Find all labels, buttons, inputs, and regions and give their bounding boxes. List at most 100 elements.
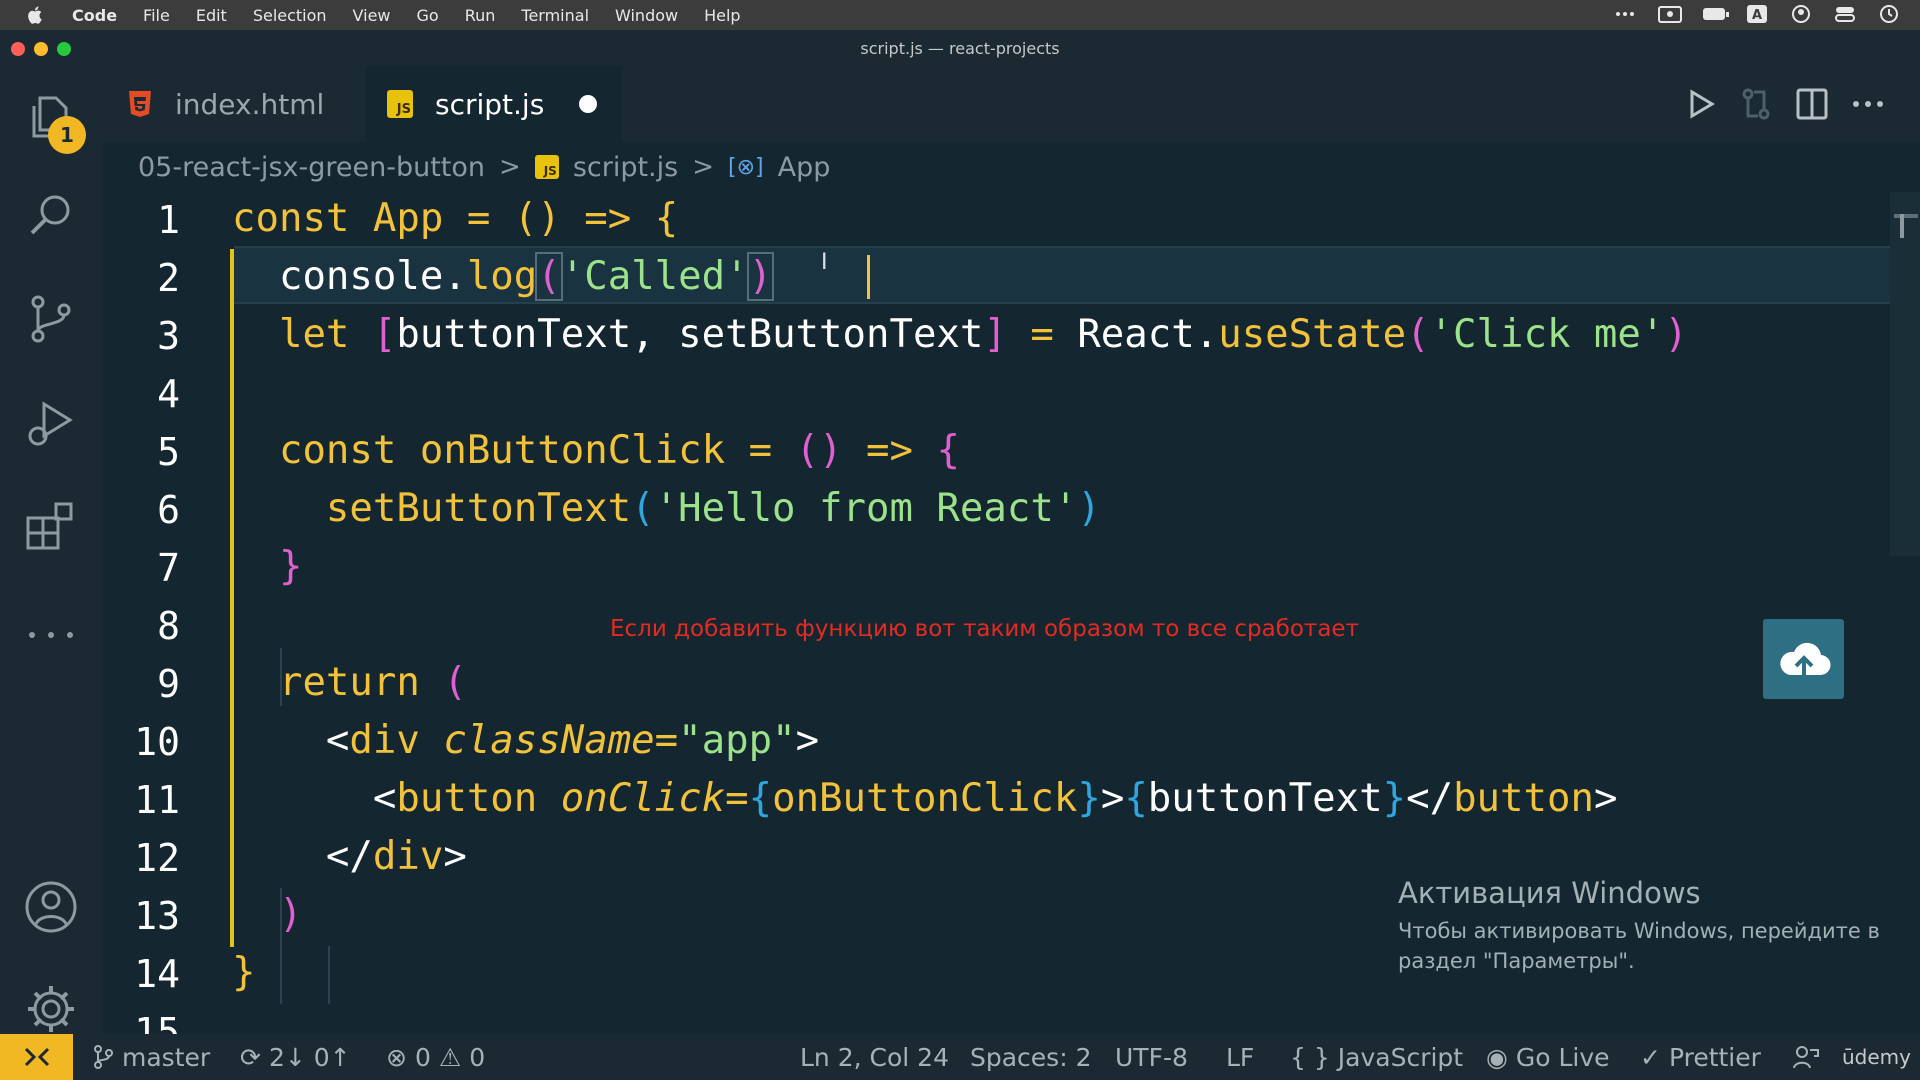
minimize-window-button[interactable] [34, 42, 48, 56]
line-number: 3 [157, 314, 180, 358]
end-of-line[interactable]: LF [1226, 1034, 1254, 1080]
token: ( [631, 486, 655, 531]
token: ) [1664, 312, 1688, 357]
token: 'Hello from React' [654, 486, 1078, 531]
breadcrumb-symbol[interactable]: App [778, 152, 831, 183]
javascript-icon: JS [387, 90, 413, 118]
token: => [866, 428, 913, 473]
token: > [795, 718, 820, 763]
tab-script-js[interactable]: JS script.js [365, 66, 621, 142]
input-source-icon[interactable]: A [1746, 4, 1768, 24]
token: ] [983, 312, 1007, 357]
search-icon[interactable] [22, 186, 80, 244]
close-window-button[interactable] [11, 42, 25, 56]
breadcrumb-folder[interactable]: 05-react-jsx-green-button [138, 152, 485, 183]
token: className [443, 718, 655, 763]
code-line-4: 4 [102, 366, 1892, 424]
git-branch[interactable]: master [92, 1034, 210, 1080]
more-views-icon[interactable] [22, 606, 80, 664]
text-cursor [867, 255, 870, 299]
menu-selection[interactable]: Selection [253, 6, 327, 25]
line-number: 1 [157, 198, 180, 242]
apple-icon[interactable] [26, 6, 44, 24]
indentation[interactable]: Spaces: 2 [970, 1034, 1091, 1080]
menu-view[interactable]: View [353, 6, 391, 25]
feedback-icon[interactable] [1792, 1034, 1820, 1080]
token: ( [513, 196, 538, 241]
code-line-1: 1 const App = () => { [102, 192, 1892, 250]
token: > [1593, 776, 1618, 821]
svg-text:A: A [1752, 8, 1762, 23]
sync-counts: 2↓ 0↑ [268, 1042, 351, 1072]
token: } [1382, 776, 1407, 821]
extensions-icon[interactable] [22, 496, 80, 554]
line-number: 6 [157, 488, 180, 532]
cursor-position[interactable]: Ln 2, Col 24 [800, 1034, 949, 1080]
cloud-upload-button[interactable] [1763, 619, 1844, 699]
windows-activation-watermark: Активация Windows Чтобы активировать Win… [1398, 876, 1880, 976]
token: "app" [678, 718, 796, 763]
menu-run[interactable]: Run [465, 6, 496, 25]
token: = [1030, 312, 1054, 357]
menu-window[interactable]: Window [615, 6, 678, 25]
token: = [748, 428, 773, 473]
breadcrumb-file[interactable]: script.js [573, 152, 678, 183]
menu-file[interactable]: File [143, 6, 170, 25]
tab-index-html[interactable]: index.html [127, 66, 385, 142]
user-account-icon[interactable] [1790, 4, 1812, 24]
overview-ruler[interactable] [1890, 192, 1920, 1034]
error-count: 0 [414, 1042, 431, 1072]
problems-status[interactable]: ⊗ 0 ⚠ 0 [386, 1034, 485, 1080]
language-mode[interactable]: { } JavaScript [1290, 1034, 1463, 1080]
battery-icon[interactable] [1702, 4, 1729, 24]
activity-bar [0, 66, 102, 1034]
menu-bar-tray: A [1614, 4, 1900, 24]
remote-indicator-icon[interactable] [0, 1034, 73, 1080]
token: </ [325, 834, 373, 879]
token: . [1194, 312, 1219, 357]
menu-edit[interactable]: Edit [196, 6, 227, 25]
code-line-3: 3 let [buttonText, setButtonText] = Reac… [102, 308, 1892, 366]
prettier-label: Prettier [1668, 1042, 1761, 1072]
control-center-icon[interactable] [1834, 4, 1856, 24]
run-code-icon[interactable] [1680, 84, 1720, 124]
token: button [396, 776, 538, 821]
menu-terminal[interactable]: Terminal [521, 6, 589, 25]
encoding[interactable]: UTF-8 [1115, 1034, 1188, 1080]
unsaved-dot-icon[interactable] [579, 95, 597, 113]
screen-record-icon[interactable] [1658, 4, 1682, 24]
token: ( [443, 660, 467, 705]
prettier-status[interactable]: ✓ Prettier [1640, 1034, 1761, 1080]
token: log [466, 254, 538, 299]
token: . [443, 254, 467, 299]
line-number: 11 [134, 778, 180, 822]
chevron-right-icon: > [692, 152, 714, 182]
more-actions-icon[interactable] [1848, 84, 1888, 124]
token: div [372, 834, 444, 879]
menu-app-code[interactable]: Code [72, 6, 117, 25]
source-control-icon[interactable] [22, 290, 80, 348]
menu-help[interactable]: Help [704, 6, 740, 25]
token: } [278, 544, 303, 589]
go-live-button[interactable]: ◉ Go Live [1486, 1034, 1610, 1080]
token: { [748, 776, 773, 821]
split-editor-icon[interactable] [1792, 84, 1832, 124]
warning-icon: ⚠ [438, 1042, 462, 1072]
open-changes-icon[interactable] [1736, 84, 1776, 124]
scrollbar-thumb[interactable] [1890, 192, 1920, 556]
settings-gear-icon[interactable] [22, 980, 80, 1038]
code-line-7: 7 } [102, 540, 1892, 598]
zoom-window-button[interactable] [57, 42, 71, 56]
clock-icon[interactable] [1878, 4, 1900, 24]
sync-status[interactable]: ⟳ 2↓ 0↑ [240, 1034, 351, 1080]
menu-go[interactable]: Go [417, 6, 439, 25]
token: ) [1077, 486, 1101, 531]
run-and-debug-icon[interactable] [22, 394, 80, 452]
token: > [1100, 776, 1125, 821]
breadcrumb: 05-react-jsx-green-button > JS script.js… [138, 142, 830, 192]
chevron-right-icon: > [499, 152, 521, 182]
accounts-icon[interactable] [22, 878, 80, 936]
more-dots-icon[interactable] [1614, 4, 1636, 24]
token: 'Called' [560, 254, 749, 299]
git-branch-icon [94, 1045, 113, 1069]
